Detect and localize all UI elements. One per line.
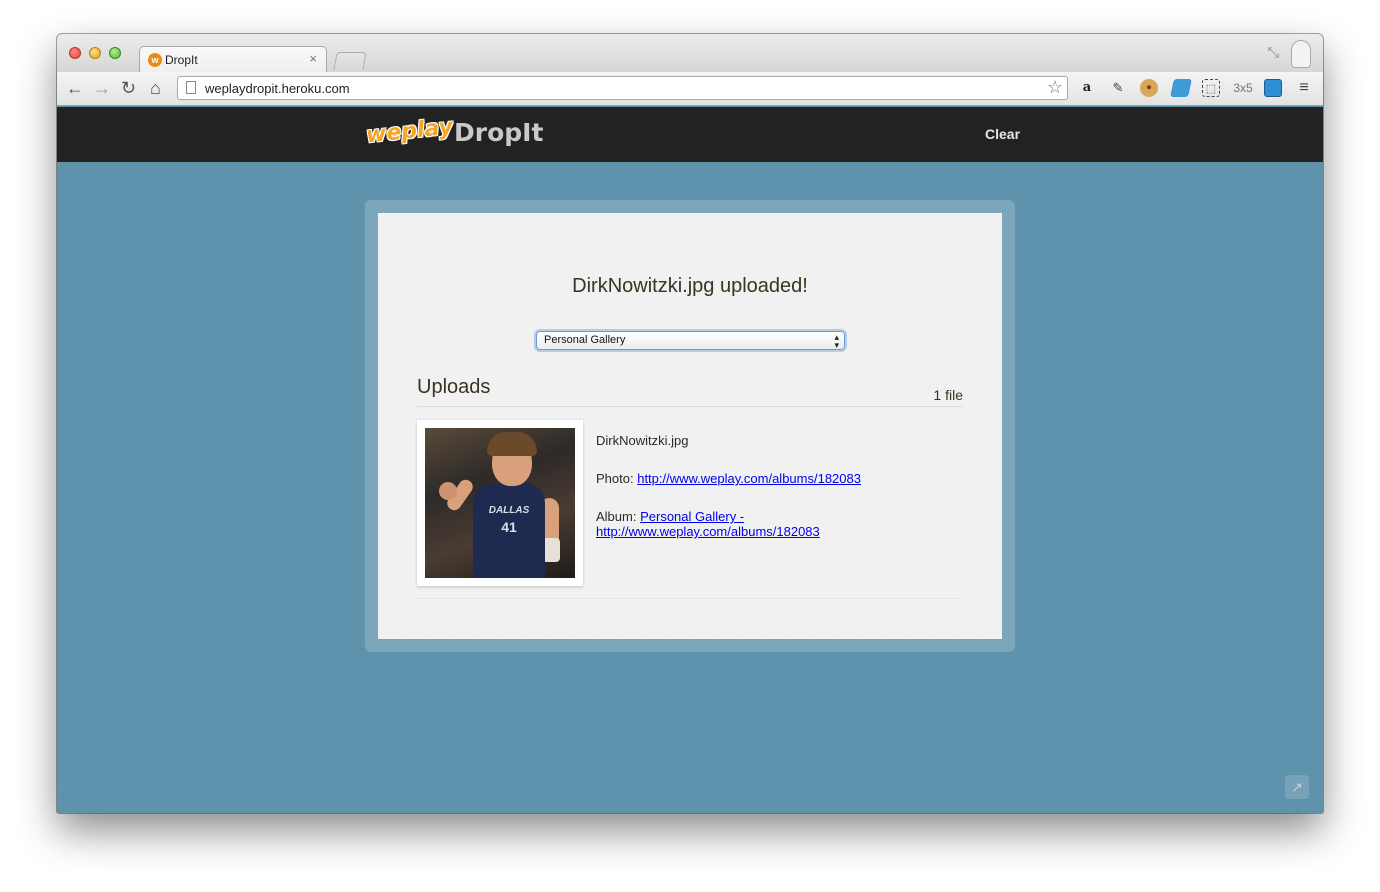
upload-thumbnail-image[interactable]: DALLAS 41	[425, 428, 575, 578]
browser-toolbar: ← → ↻ ⌂ weplaydropit.heroku.com ☆ a ✎ ● …	[57, 72, 1323, 106]
album-link-line1: Personal Gallery -	[640, 509, 745, 524]
upload-thumbnail-frame[interactable]: DALLAS 41	[417, 420, 583, 586]
photo-link[interactable]: http://www.weplay.com/albums/182083	[637, 471, 861, 486]
tab-strip: w DropIt × ⤡	[57, 34, 1323, 72]
upload-item-divider	[417, 598, 963, 599]
profile-avatar-icon[interactable]	[1291, 40, 1311, 68]
uploads-divider	[417, 406, 963, 407]
photo-label: Photo:	[596, 471, 634, 486]
zoom-window-button[interactable]	[109, 47, 121, 59]
thumb-jersey-text: DALLAS	[488, 505, 530, 516]
gallery-select[interactable]: Personal Gallery ▴ ▾	[536, 331, 845, 350]
back-arrow-icon[interactable]: ←	[66, 78, 84, 98]
file-count: 1 file	[933, 387, 963, 403]
share-icon[interactable]: ↗	[1285, 775, 1309, 799]
weplay-favicon-icon: w	[148, 53, 162, 67]
upload-card: DirkNowitzki.jpg uploaded! Personal Gall…	[378, 213, 1002, 639]
album-label: Album:	[596, 509, 637, 524]
album-link-line2: http://www.weplay.com/albums/182083	[596, 524, 820, 539]
grid-extension-label[interactable]: 3x5	[1229, 79, 1257, 97]
page-icon	[186, 81, 196, 94]
amazon-extension-icon[interactable]: a	[1078, 79, 1096, 97]
url-text[interactable]: weplaydropit.heroku.com	[205, 81, 350, 96]
upload-file-name: DirkNowitzki.jpg	[596, 433, 689, 448]
close-window-button[interactable]	[69, 47, 81, 59]
home-icon[interactable]: ⌂	[150, 78, 161, 98]
clear-button[interactable]: Clear	[985, 126, 1020, 142]
minimize-window-button[interactable]	[89, 47, 101, 59]
gallery-select-value: Personal Gallery	[544, 334, 626, 346]
uploads-heading: Uploads	[417, 376, 491, 398]
forward-arrow-icon[interactable]: →	[93, 78, 111, 98]
select-arrows-icon: ▴ ▾	[834, 332, 839, 350]
upload-card-frame: DirkNowitzki.jpg uploaded! Personal Gall…	[365, 200, 1015, 652]
weplay-logo[interactable]: weplay	[365, 115, 454, 149]
tab-title: DropIt	[165, 53, 198, 67]
album-line: Album: Personal Gallery - http://www.wepl…	[596, 509, 896, 539]
site-header: weplay DropIt Clear	[57, 107, 1323, 162]
dropit-logo[interactable]: DropIt	[454, 118, 543, 147]
bookmark-star-icon[interactable]: ☆	[1047, 77, 1063, 98]
thumb-jersey-number: 41	[501, 519, 517, 535]
screenshot-extension-icon[interactable]	[1264, 79, 1282, 97]
thumb-jersey: DALLAS 41	[473, 483, 545, 578]
photo-line: Photo: http://www.weplay.com/albums/1820…	[596, 471, 861, 486]
upload-status-message: DirkNowitzki.jpg uploaded!	[572, 275, 808, 297]
tab-close-icon[interactable]: ×	[309, 51, 317, 66]
page-content: weplay DropIt Clear DirkNowitzki.jpg upl…	[57, 107, 1323, 813]
selection-extension-icon[interactable]: ⬚	[1202, 79, 1220, 97]
menu-icon[interactable]: ≡	[1295, 79, 1313, 97]
cookie-extension-icon[interactable]: ●	[1140, 79, 1158, 97]
thumb-hair	[487, 432, 537, 456]
wrench-extension-icon[interactable]: ✎	[1109, 79, 1127, 97]
tab-dropit[interactable]: w DropIt ×	[139, 46, 327, 72]
browser-window: w DropIt × ⤡ ← → ↻ ⌂ weplaydropit.heroku…	[57, 34, 1323, 813]
fullscreen-icon[interactable]: ⤡	[1268, 44, 1279, 61]
thumb-fist	[439, 482, 457, 500]
reload-icon[interactable]: ↻	[121, 78, 136, 98]
address-bar[interactable]: weplaydropit.heroku.com ☆	[177, 76, 1068, 100]
new-tab-button[interactable]	[333, 52, 367, 70]
blue-extension-icon[interactable]	[1170, 79, 1192, 97]
